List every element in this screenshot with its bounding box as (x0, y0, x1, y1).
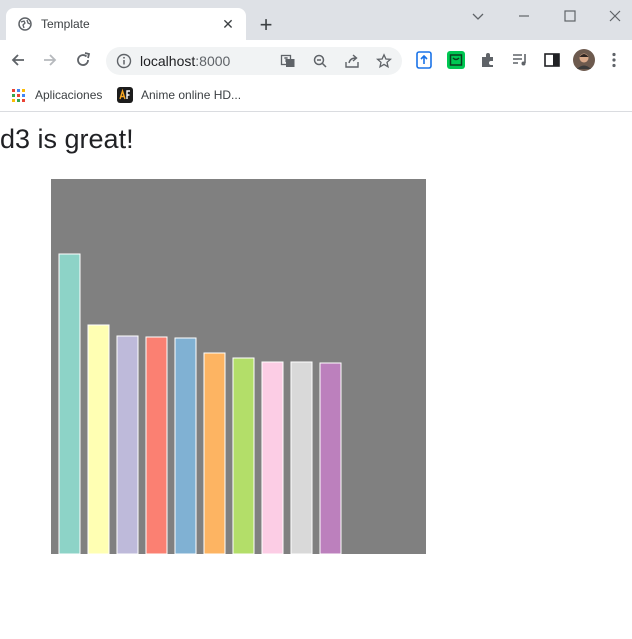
tab-strip: Template ✕ + (0, 0, 632, 40)
bookmarks-bar: Aplicaciones Anime online HD... (0, 80, 632, 112)
back-arrow-icon[interactable] (8, 50, 28, 70)
reload-icon[interactable] (73, 50, 93, 70)
side-panel-icon[interactable] (542, 50, 562, 70)
apps-grid-icon (12, 89, 25, 102)
new-tab-button[interactable]: + (254, 14, 278, 38)
bookmark-star-icon[interactable] (376, 53, 392, 69)
media-queue-icon[interactable] (510, 50, 530, 70)
bar-1 (58, 253, 81, 554)
translate-icon[interactable] (280, 53, 296, 69)
forward-arrow-icon[interactable] (40, 50, 60, 70)
bar-4 (145, 336, 168, 554)
tab-close-icon[interactable]: ✕ (221, 17, 235, 31)
url-text[interactable]: localhost:8000 (140, 53, 230, 69)
tab-search-chevron-icon[interactable] (468, 6, 488, 26)
bar-7 (232, 357, 255, 554)
extensions-puzzle-icon[interactable] (478, 50, 498, 70)
tab-template[interactable]: Template ✕ (6, 8, 246, 40)
zoom-out-icon[interactable] (312, 53, 328, 69)
extension-upload-icon[interactable] (414, 50, 434, 70)
bar-5 (174, 337, 197, 554)
bookmark-apps[interactable]: Aplicaciones (8, 84, 108, 106)
url-port: :8000 (195, 53, 231, 69)
site-info-icon[interactable] (116, 53, 132, 69)
share-icon[interactable] (344, 53, 360, 69)
bar-10 (319, 362, 342, 554)
bookmark-label: Anime online HD... (141, 88, 242, 102)
minimize-icon[interactable] (514, 6, 534, 26)
browser-chrome: Template ✕ + localhost:8000 Aplicaciones… (0, 0, 632, 112)
close-window-icon[interactable] (605, 6, 625, 26)
address-bar[interactable]: localhost:8000 (106, 47, 402, 75)
page-content: d3 is great! (0, 112, 632, 639)
maximize-icon[interactable] (560, 6, 580, 26)
tab-title: Template (41, 17, 90, 31)
page-heading: d3 is great! (0, 124, 134, 154)
bookmark-label: Aplicaciones (35, 88, 103, 102)
url-host: localhost (140, 53, 196, 69)
animeflv-icon (117, 87, 133, 103)
bar-6 (203, 352, 226, 554)
extension-store-icon[interactable] (446, 50, 466, 70)
bar-8 (261, 361, 284, 554)
bar-chart (51, 179, 426, 554)
profile-avatar[interactable] (573, 49, 595, 71)
kebab-menu-icon[interactable] (604, 50, 624, 70)
toolbar: localhost:8000 (0, 40, 632, 80)
bookmark-anime-online[interactable]: Anime online HD... (114, 84, 244, 106)
globe-icon (18, 17, 32, 31)
bar-3 (116, 335, 139, 554)
bar-2 (87, 324, 110, 554)
bar-9 (290, 361, 313, 554)
